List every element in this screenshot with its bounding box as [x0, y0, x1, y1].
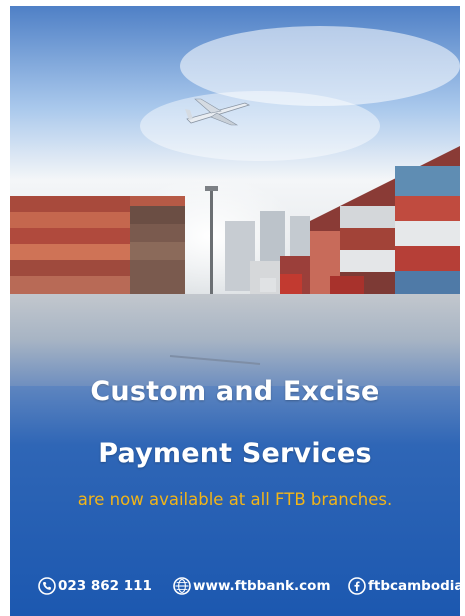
port-scene-illustration	[10, 6, 460, 386]
phone-icon	[38, 577, 56, 595]
globe-icon	[173, 577, 191, 595]
facebook-handle: ftbcambodia	[368, 578, 460, 594]
facebook-icon	[348, 577, 366, 595]
contact-footer: 023 862 111 www.ftbbank.com ftbcambodia	[10, 572, 460, 602]
website-link[interactable]: www.ftbbank.com	[173, 577, 331, 595]
website-url: www.ftbbank.com	[193, 578, 331, 594]
availability-subline: are now available at all FTB branches.	[77, 490, 393, 509]
promo-poster: Custom and Excise Payment Services are n…	[10, 6, 460, 616]
phone-number: 023 862 111	[58, 578, 152, 594]
left-container-stack	[10, 196, 185, 296]
headline-line-2: Payment Services	[98, 438, 372, 469]
phone-contact[interactable]: 023 862 111	[38, 577, 152, 595]
facebook-link[interactable]: ftbcambodia	[348, 577, 460, 595]
headline-line-1: Custom and Excise	[90, 376, 380, 407]
